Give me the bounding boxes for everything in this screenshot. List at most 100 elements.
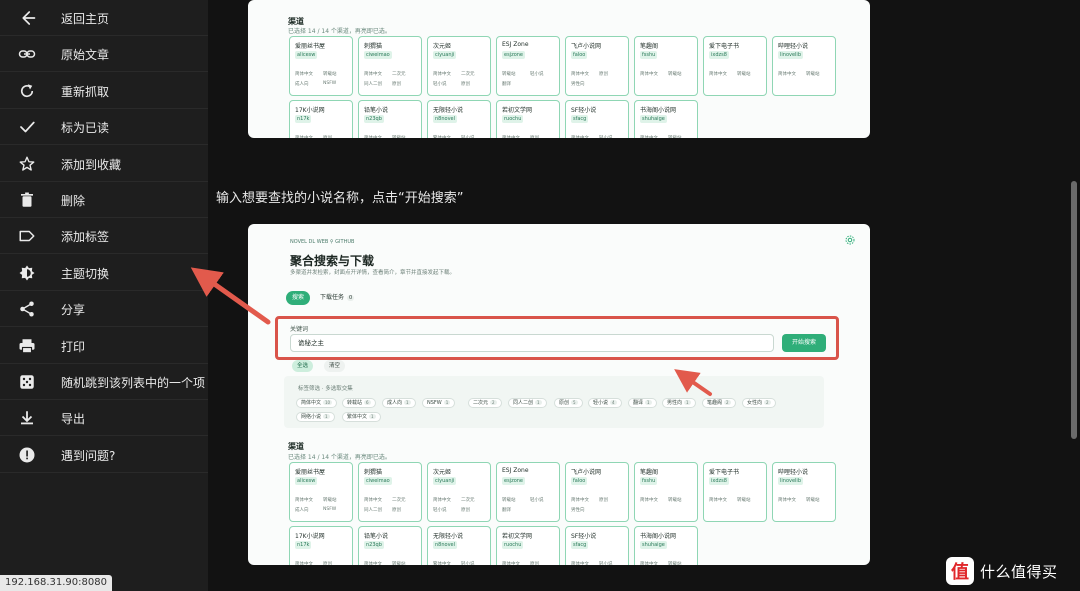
channel-card[interactable]: 笔趣阁 fsshu 简体中文 转载站 — [634, 36, 698, 96]
channel-card[interactable]: 爱下电子书 ixdzs8 简体中文 转载站 — [703, 462, 767, 522]
tag-filter-panel: 标签筛选 · 多选取交集 简体中文 10 转载站 6 成人向 1 NSFW 1 二次元 2 同人二创… — [284, 376, 824, 428]
channel-tag: 简体中文 — [778, 72, 796, 77]
channel-tag: 简体中文 — [640, 498, 658, 503]
channel-card[interactable]: 爱丽丝书屋 alicesw 简体中文 转载站 成人向 NSFW — [289, 36, 353, 96]
select-all-button[interactable]: 全选 — [292, 360, 314, 372]
channel-tag: 转载站 — [668, 135, 682, 138]
channel-name: 爱丽丝书屋 — [295, 469, 326, 476]
channel-card[interactable]: SF轻小说sfacg 简体中文 轻小说 — [565, 526, 629, 565]
sidebar-item-alert[interactable]: 遇到问题? — [0, 437, 208, 473]
tag-filter-chip[interactable]: 繁体中文 1 — [342, 412, 381, 422]
check-icon — [18, 118, 36, 136]
channel-card[interactable]: 笔趣阁 fsshu 简体中文 转载站 — [634, 462, 698, 522]
channel-card[interactable]: 无限轻小说n8novel 繁体中文 轻小说 — [427, 100, 491, 138]
channel-code: esjzone — [502, 51, 525, 59]
channel-card[interactable]: 无限轻小说n8novel 繁体中文 轻小说 — [427, 526, 491, 565]
channel-card[interactable]: 书海阁小说网shuhaige 简体中文 转载站 — [634, 526, 698, 565]
scrollbar-thumb[interactable] — [1071, 181, 1077, 439]
channel-card[interactable]: 刺猬猫 ciweimao 简体中文 二次元 同人二创 原创 — [358, 462, 422, 522]
channel-tag: 简体中文 — [640, 135, 658, 138]
channel-card[interactable]: 哔哩轻小说 linovelib 简体中文 转载站 — [772, 462, 836, 522]
channel-card[interactable]: 哔哩轻小说 linovelib 简体中文 转载站 — [772, 36, 836, 96]
channel-name: 笔趣阁 — [640, 469, 659, 476]
channel-tag: 简体中文 — [364, 562, 382, 565]
channel-card[interactable]: ESJ Zone esjzone 转载站 轻小说 翻译 — [496, 36, 560, 96]
sidebar-item-arrow-left[interactable]: 返回主页 — [0, 0, 208, 36]
sidebar-item-print[interactable]: 打印 — [0, 328, 208, 364]
sidebar-item-label: 添加到收藏 — [61, 157, 122, 172]
sidebar-item-label[interactable]: 添加标签 — [0, 218, 208, 255]
channel-code: alicesw — [295, 51, 318, 59]
channel-card[interactable]: 书海阁小说网shuhaige 简体中文 转载站 — [634, 100, 698, 138]
tag-filter-chip[interactable]: 同人二创 1 — [508, 398, 547, 408]
sidebar-item-refresh[interactable]: 重新抓取 — [0, 73, 208, 109]
channel-card[interactable]: 次元姬 ciyuanji 简体中文 二次元 轻小说 原创 — [427, 36, 491, 96]
channel-tag: 简体中文 — [709, 498, 727, 503]
tag-filter-chip[interactable]: 轻小说 4 — [588, 398, 622, 408]
sidebar-item-star[interactable]: 添加到收藏 — [0, 146, 208, 182]
channel-tag: 同人二创 — [364, 508, 382, 513]
channels-subtitle: 已选择 14 / 14 个渠道，再亮即已选。 — [288, 28, 391, 35]
channel-card[interactable]: 17K小说网n17k 简体中文 原创 — [289, 100, 353, 138]
channel-code: linovelib — [778, 51, 803, 59]
channel-tag: 同人二创 — [364, 82, 382, 87]
channel-card[interactable]: 爱下电子书 ixdzs8 简体中文 转载站 — [703, 36, 767, 96]
channel-card[interactable]: 次元姬 ciyuanji 简体中文 二次元 轻小说 原创 — [427, 462, 491, 522]
channel-name: 哔哩轻小说 — [778, 43, 809, 50]
sidebar-item-check[interactable]: 标为已读 — [0, 109, 208, 146]
sidebar-item-download[interactable]: 导出 — [0, 400, 208, 437]
tag-filter-chip[interactable]: 男性向 1 — [662, 398, 696, 408]
channel-card[interactable]: 17K小说网n17k 简体中文 原创 — [289, 526, 353, 565]
channel-tag: 简体中文 — [295, 498, 313, 503]
tag-filter-chip-count: 10 — [323, 400, 333, 405]
channel-name: 无限轻小说 — [433, 107, 464, 114]
settings-gear-icon[interactable] — [844, 234, 856, 246]
channel-card[interactable]: SF轻小说sfacg 简体中文 轻小说 — [565, 100, 629, 138]
channel-card[interactable]: 飞卢小说网 faloo 简体中文 原创 男性向 — [565, 462, 629, 522]
sidebar-item-link[interactable]: 原始文章 — [0, 36, 208, 73]
channel-card[interactable]: 若初文学网ruochu 简体中文 原创 — [496, 526, 560, 565]
channel-tag: 转载站 — [668, 72, 682, 77]
tag-filter-chip[interactable]: 笔趣阁 2 — [702, 398, 736, 408]
tag-filter-chip[interactable]: 原创 5 — [554, 398, 583, 408]
channel-tag: 轻小说 — [461, 135, 475, 138]
tag-filter-chip[interactable]: 转载站 6 — [342, 398, 376, 408]
channel-name: SF轻小说 — [571, 533, 597, 540]
channel-card[interactable]: 铅笔小说n23qb 简体中文 转载站 — [358, 526, 422, 565]
channel-tag: 转载站 — [392, 135, 406, 138]
tag-filter-chip[interactable]: NSFW 1 — [422, 398, 456, 408]
tag-filter-chip[interactable]: 翻译 1 — [628, 398, 657, 408]
channel-card[interactable]: 铅笔小说n23qb 简体中文 转载站 — [358, 100, 422, 138]
share-icon — [18, 300, 36, 318]
sidebar-item-trash[interactable]: 删除 — [0, 182, 208, 218]
tab-download-tasks[interactable]: 下载任务 0 — [320, 291, 355, 305]
arrow-left-icon — [18, 9, 36, 27]
channel-tag: 简体中文 — [571, 72, 589, 77]
tag-filter-chip-count: 4 — [610, 400, 617, 405]
channel-tag: 简体中文 — [295, 562, 313, 565]
channel-card[interactable]: 若初文学网ruochu 简体中文 原创 — [496, 100, 560, 138]
screenshot-channels: 渠道 已选择 14 / 14 个渠道，再亮即已选。 爱丽丝书屋 alicesw 简体… — [248, 0, 870, 138]
channel-card[interactable]: 爱丽丝书屋 alicesw 简体中文 转载站 成人向 NSFW — [289, 462, 353, 522]
tag-filter-chip[interactable]: 女性向 2 — [742, 398, 776, 408]
tab-search[interactable]: 搜索 — [286, 291, 311, 305]
channel-tag: 简体中文 — [295, 72, 313, 77]
sidebar-item-share[interactable]: 分享 — [0, 291, 208, 328]
channel-tag: 转载站 — [806, 72, 820, 77]
channel-tag: 原创 — [461, 82, 470, 87]
channel-tag: 原创 — [392, 508, 401, 513]
sidebar-item-brightness[interactable]: 主题切换 — [0, 255, 208, 291]
tag-filter-chip[interactable]: 网络小说 1 — [296, 412, 335, 422]
tag-filter-chip-label: 简体中文 — [301, 400, 322, 406]
tag-filter-chip[interactable]: 成人向 1 — [382, 398, 416, 408]
tag-filter-chip[interactable]: 简体中文 10 — [296, 398, 338, 408]
tag-filter-chip-label: 网络小说 — [301, 414, 322, 420]
channel-card[interactable]: 刺猬猫 ciweimao 简体中文 二次元 同人二创 原创 — [358, 36, 422, 96]
sidebar-item-label: 原始文章 — [61, 48, 110, 63]
channel-card[interactable]: ESJ Zone esjzone 转载站 轻小说 翻译 — [496, 462, 560, 522]
channel-card[interactable]: 飞卢小说网 faloo 简体中文 原创 男性向 — [565, 36, 629, 96]
tag-filter-chip-label: 原创 — [559, 400, 570, 406]
sidebar-item-dice[interactable]: 随机跳到该列表中的一个项 — [0, 364, 208, 400]
clear-button[interactable]: 清空 — [324, 360, 346, 372]
tag-filter-chip[interactable]: 二次元 2 — [468, 398, 502, 408]
